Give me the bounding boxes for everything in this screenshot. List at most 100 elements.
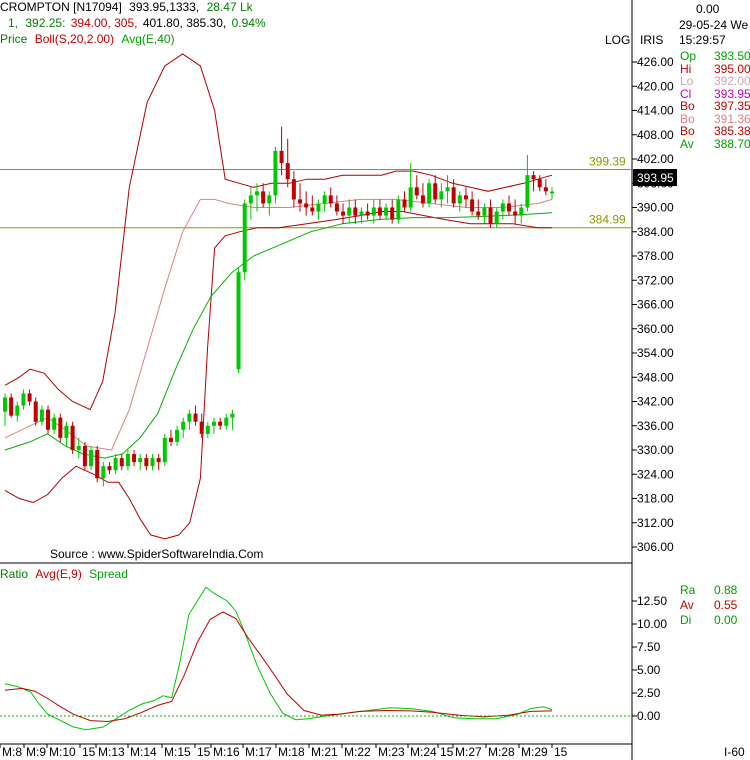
price-tick-label: 372.00 (637, 273, 674, 287)
candle (125, 450, 130, 471)
candle (470, 191, 475, 216)
price-tick-label: 342.00 (637, 395, 674, 409)
candle-body (396, 199, 401, 220)
candles (3, 126, 554, 487)
candle (236, 268, 241, 374)
source-watermark: Source : www.SpiderSoftwareIndia.Com (50, 547, 264, 561)
price-tick-label: 354.00 (637, 346, 674, 360)
candle (506, 195, 511, 216)
bollinger-bands (4, 53, 553, 540)
ratio-tick-label: 0.00 (637, 709, 661, 723)
candle-body (310, 207, 315, 212)
candle (82, 441, 87, 471)
date-label: M:14 (130, 745, 157, 759)
candle-body (132, 454, 137, 463)
candle-body (46, 409, 51, 430)
candle (144, 454, 149, 471)
candle-body (457, 195, 462, 204)
candle-body (494, 211, 499, 224)
boll-upper-line (4, 53, 553, 411)
candle-body (334, 203, 339, 212)
candle (3, 393, 7, 426)
date-label: M:13 (98, 745, 125, 759)
candle-body (52, 417, 57, 430)
candle (525, 154, 530, 212)
candle-body (101, 466, 106, 479)
candle (248, 187, 253, 220)
candle-body (125, 454, 130, 467)
price-chart[interactable]: 399.39 384.99 426.00 420.00 414.00 408.00 402… (0, 0, 750, 760)
candle (113, 454, 118, 475)
candle-body (365, 211, 370, 216)
candle (488, 199, 493, 228)
candle-body (113, 458, 118, 471)
candle-body (341, 211, 346, 216)
price-tick-label: 312.00 (637, 516, 674, 530)
candle (500, 199, 505, 220)
candle-body (279, 150, 284, 164)
indicator-spread[interactable]: Spread (89, 567, 128, 581)
candle (334, 195, 339, 216)
candle (95, 445, 100, 483)
price-tick-label: 384.00 (637, 225, 674, 239)
candle-body (236, 272, 241, 370)
date-label: M:22 (344, 745, 371, 759)
date-label: M:27 (455, 745, 482, 759)
candle (291, 171, 296, 208)
candle-body (402, 199, 407, 208)
candle (46, 405, 51, 434)
candle-body (525, 175, 530, 208)
ratio-tick-label: 5.00 (637, 663, 661, 677)
candle-body (138, 458, 143, 463)
boll-lower-line (4, 211, 552, 540)
candle (150, 454, 155, 471)
candle-body (70, 425, 75, 450)
candle (463, 187, 468, 208)
candle-body (175, 429, 180, 442)
candle-body (543, 187, 548, 192)
candle-body (427, 183, 432, 204)
date-label: M:21 (311, 745, 338, 759)
candle (193, 405, 198, 426)
candle-body (550, 191, 554, 194)
candle-body (433, 183, 438, 200)
indicator-avg9[interactable]: Avg(E,9) (35, 567, 81, 581)
candle-body (451, 187, 456, 204)
candle-body (168, 437, 173, 442)
candle-body (95, 450, 100, 479)
ratio-tick-label: 2.50 (637, 686, 661, 700)
date-label: M:8 (2, 745, 22, 759)
date-label: M:28 (488, 745, 515, 759)
ratio-tick-label: 12.50 (637, 594, 667, 608)
candle (341, 203, 346, 224)
avg-line (4, 212, 553, 459)
candle (494, 207, 499, 228)
candle (218, 417, 223, 430)
candle (402, 191, 407, 212)
candle-body (144, 458, 149, 467)
candle (58, 413, 63, 442)
date-label: M:9 (26, 745, 46, 759)
candle (242, 199, 247, 281)
candle (132, 450, 137, 467)
candle (138, 454, 143, 471)
candle (64, 421, 69, 446)
price-tick-label: 306.00 (637, 540, 674, 554)
candle (537, 175, 542, 192)
candle (353, 199, 358, 224)
candle (433, 175, 438, 204)
date-label: M:10 (49, 745, 76, 759)
candle (365, 203, 370, 220)
candle-body (27, 393, 32, 402)
price-tick-label: 360.00 (637, 322, 674, 336)
candle-body (162, 437, 167, 463)
candle-body (531, 175, 536, 180)
indicator-ratio[interactable]: Ratio (0, 567, 28, 581)
candle-body (500, 203, 505, 212)
horizontal-levels: 399.39 384.99 (0, 155, 632, 229)
candle-body (482, 207, 487, 216)
candle (187, 409, 192, 430)
candle-body (420, 195, 425, 204)
level-label: 399.39 (589, 155, 626, 169)
candle-body (359, 211, 364, 216)
